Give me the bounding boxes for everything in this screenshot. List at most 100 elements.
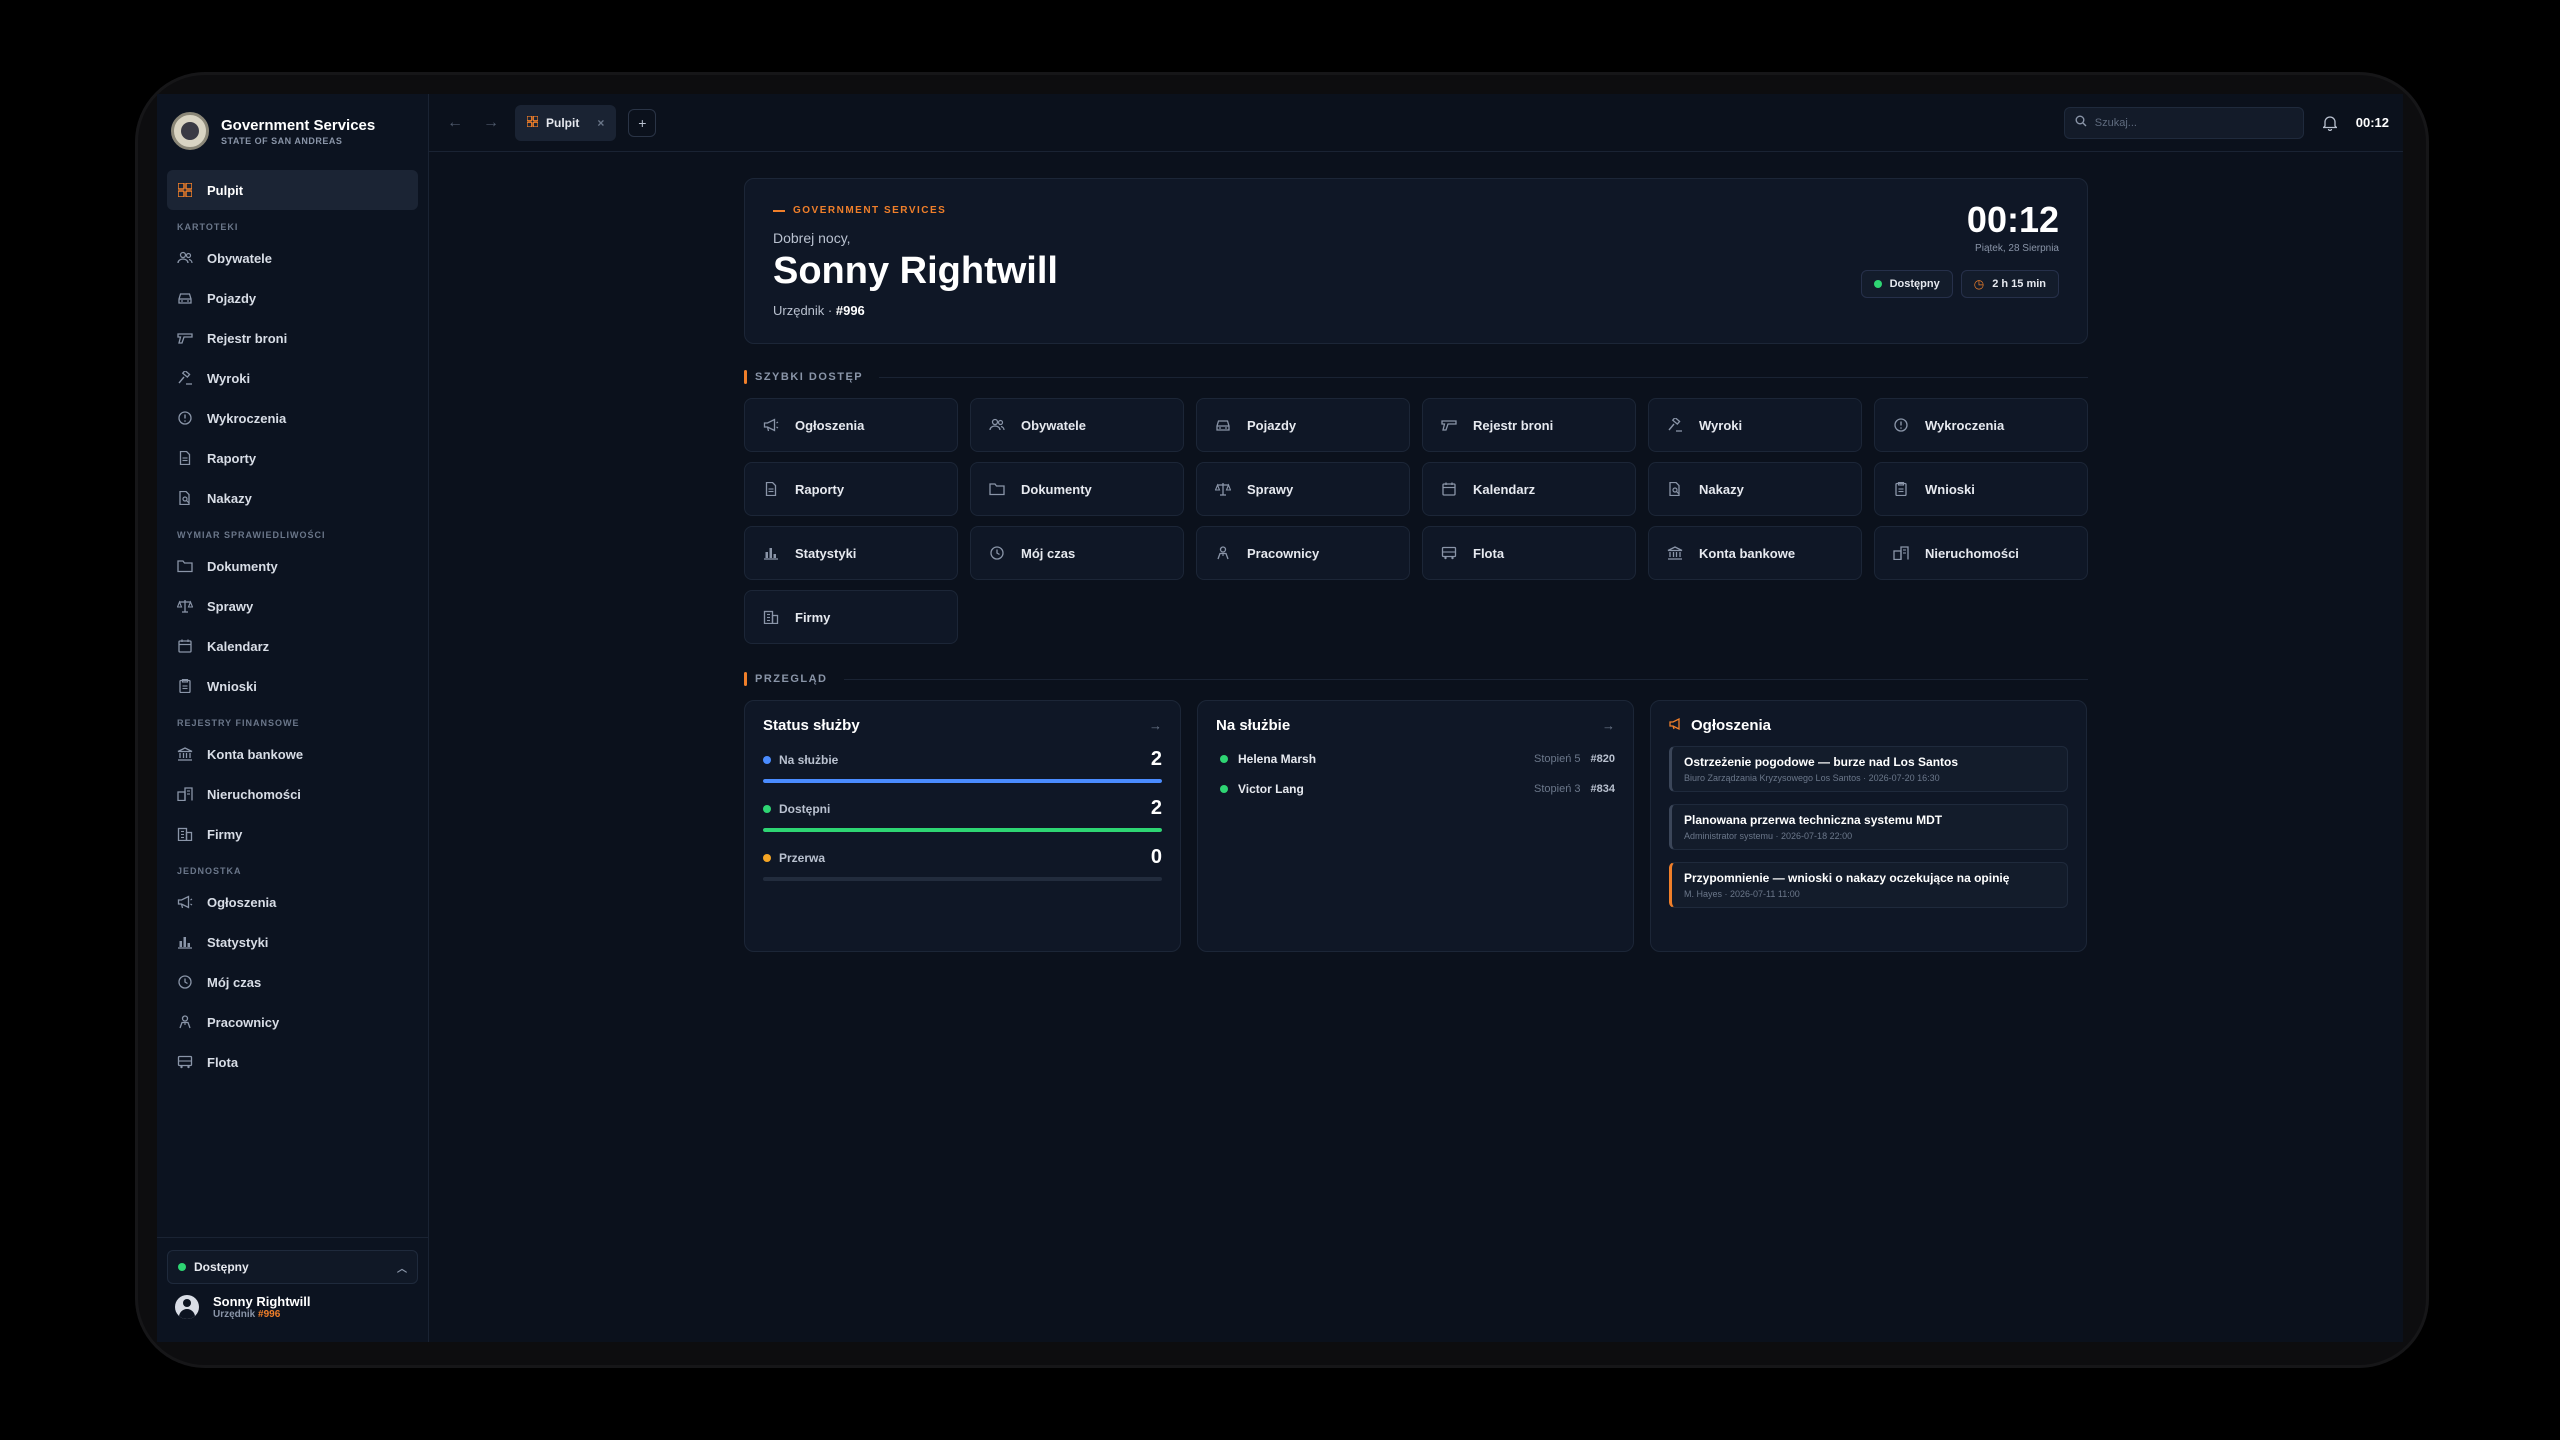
calendar-icon [1439, 482, 1459, 496]
sidebar-item-wyroki[interactable]: Wyroki [167, 358, 418, 398]
status-row: Przerwa 0 [763, 846, 1162, 881]
gun-icon [177, 330, 193, 346]
quick-access-nakazy[interactable]: Nakazy [1648, 462, 1862, 516]
officer-rank: Stopień 5 [1534, 753, 1581, 765]
quick-access-wyroki[interactable]: Wyroki [1648, 398, 1862, 452]
quick-access-statystyki[interactable]: Statystyki [744, 526, 958, 580]
search-input[interactable] [2094, 116, 2275, 129]
on-duty-row[interactable]: Helena Marsh Stopień 5 #820 [1216, 752, 1615, 766]
status-count: 2 [1150, 748, 1162, 770]
quick-access-label: Statystyki [795, 545, 857, 561]
sidebar-item-obywatele[interactable]: Obywatele [167, 238, 418, 278]
status-count: 0 [1150, 846, 1162, 868]
top-clock: 00:12 [2355, 115, 2389, 130]
progress-track [763, 779, 1162, 783]
quick-access-label: Dokumenty [1021, 481, 1092, 497]
back-arrow-icon[interactable]: ← [443, 114, 467, 132]
status-dot [763, 853, 771, 862]
announcement-item[interactable]: Ostrzeżenie pogodowe — burze nad Los San… [1669, 746, 2068, 792]
sidebar-item-label: Dokumenty [207, 558, 278, 574]
sidebar-item-firmy[interactable]: Firmy [167, 814, 418, 854]
on-duty-card: Na służbie → Helena Marsh Stopień 5 #820 Vic… [1197, 700, 1634, 952]
add-tab-button[interactable]: + [628, 108, 657, 137]
user-icon [177, 1014, 193, 1030]
sidebar-item-nakazy[interactable]: Nakazy [167, 478, 418, 518]
quick-access-pracownicy[interactable]: Pracownicy [1196, 526, 1410, 580]
sidebar-item-label: Kalendarz [207, 638, 270, 654]
quick-access-sprawy[interactable]: Sprawy [1196, 462, 1410, 516]
sidebar-item-pulpit[interactable]: Pulpit [167, 170, 418, 210]
officer-name: Victor Lang [1238, 782, 1304, 796]
officer-name: Helena Marsh [1238, 752, 1317, 766]
arrow-right-icon[interactable]: → [1602, 718, 1615, 733]
brand: Government Services STATE OF SAN ANDREAS [157, 94, 428, 168]
quick-access-label: Sprawy [1247, 481, 1294, 497]
bar-chart-icon [177, 934, 193, 950]
announcement-item[interactable]: Planowana przerwa techniczna systemu MDT… [1669, 804, 2068, 850]
on-duty-row[interactable]: Victor Lang Stopień 3 #834 [1216, 782, 1615, 796]
avatar [175, 1295, 199, 1319]
sidebar-item-konta-bankowe[interactable]: Konta bankowe [167, 734, 418, 774]
quick-access-wnioski[interactable]: Wnioski [1874, 462, 2088, 516]
sidebar-item-label: Flota [207, 1054, 239, 1070]
property-icon [177, 786, 193, 802]
quick-access-firmy[interactable]: Firmy [744, 590, 958, 644]
sidebar-item-wykroczenia[interactable]: Wykroczenia [167, 398, 418, 438]
quick-access-raporty[interactable]: Raporty [744, 462, 958, 516]
quick-access-label: Kalendarz [1473, 481, 1536, 497]
announcement-item[interactable]: Przypomnienie — wnioski o nakazy oczekuj… [1669, 862, 2068, 908]
quick-access-label: Pojazdy [1247, 417, 1297, 433]
sidebar-item-wnioski[interactable]: Wnioski [167, 666, 418, 706]
clipboard-icon [177, 678, 193, 694]
sidebar-item-rejestr-broni[interactable]: Rejestr broni [167, 318, 418, 358]
sidebar-item-label: Konta bankowe [207, 746, 304, 762]
status-dot [763, 755, 771, 764]
tab-pulpit[interactable]: Pulpit × [515, 104, 617, 141]
quick-access-konta-bankowe[interactable]: Konta bankowe [1648, 526, 1862, 580]
progress-track [763, 877, 1162, 881]
quick-access-ogloszenia[interactable]: Ogłoszenia [744, 398, 958, 452]
hero-clock: 00:12 [1966, 199, 2059, 240]
sidebar-item-pojazdy[interactable]: Pojazdy [167, 278, 418, 318]
close-icon[interactable]: × [597, 116, 604, 130]
bell-icon[interactable] [2320, 115, 2340, 131]
quick-access-wykroczenia[interactable]: Wykroczenia [1874, 398, 2088, 452]
quick-access-moj-czas[interactable]: Mój czas [970, 526, 1184, 580]
alert-circle-icon [1891, 418, 1911, 432]
sidebar-item-moj-czas[interactable]: Mój czas [167, 962, 418, 1002]
alert-circle-icon [177, 410, 193, 426]
quick-access-nieruchomosci[interactable]: Nieruchomości [1874, 526, 2088, 580]
building-icon [177, 826, 193, 842]
quick-access-label: Raporty [795, 481, 845, 497]
sidebar-item-sprawy[interactable]: Sprawy [167, 586, 418, 626]
sidebar-item-dokumenty[interactable]: Dokumenty [167, 546, 418, 586]
sidebar-item-pracownicy[interactable]: Pracownicy [167, 1002, 418, 1042]
arrow-right-icon[interactable]: → [1149, 718, 1162, 733]
grid-icon [177, 182, 193, 198]
user-profile[interactable]: Sonny Rightwill Urzędnik #996 [167, 1294, 418, 1320]
sidebar-item-kalendarz[interactable]: Kalendarz [167, 626, 418, 666]
welcome-panel: GOVERNMENT SERVICES Dobrej nocy, Sonny R… [744, 178, 2088, 344]
status-label: Dostępny [194, 1260, 249, 1274]
sidebar-item-statystyki[interactable]: Statystyki [167, 922, 418, 962]
quick-access-kalendarz[interactable]: Kalendarz [1422, 462, 1636, 516]
status-dot [178, 1263, 186, 1271]
quick-access-pojazdy[interactable]: Pojazdy [1196, 398, 1410, 452]
quick-access-dokumenty[interactable]: Dokumenty [970, 462, 1184, 516]
file-icon [761, 482, 781, 496]
status-select[interactable]: Dostępny ︿ [167, 1250, 418, 1284]
quick-access-flota[interactable]: Flota [1422, 526, 1636, 580]
clipboard-icon [1891, 482, 1911, 496]
sidebar-item-label: Pulpit [207, 182, 244, 198]
forward-arrow-icon[interactable]: → [479, 114, 503, 132]
quick-access-obywatele[interactable]: Obywatele [970, 398, 1184, 452]
sidebar-item-ogloszenia[interactable]: Ogłoszenia [167, 882, 418, 922]
sidebar-item-raporty[interactable]: Raporty [167, 438, 418, 478]
sidebar-section-label: REJESTRY FINANSOWE [177, 718, 300, 728]
sidebar-item-label: Firmy [207, 826, 243, 842]
quick-access-rejestr-broni[interactable]: Rejestr broni [1422, 398, 1636, 452]
hero-date: Piątek, 28 Sierpnia [1975, 243, 2059, 254]
sidebar-item-nieruchomosci[interactable]: Nieruchomości [167, 774, 418, 814]
sidebar-item-flota[interactable]: Flota [167, 1042, 418, 1082]
announcement-title: Ostrzeżenie pogodowe — burze nad Los San… [1684, 755, 1959, 769]
